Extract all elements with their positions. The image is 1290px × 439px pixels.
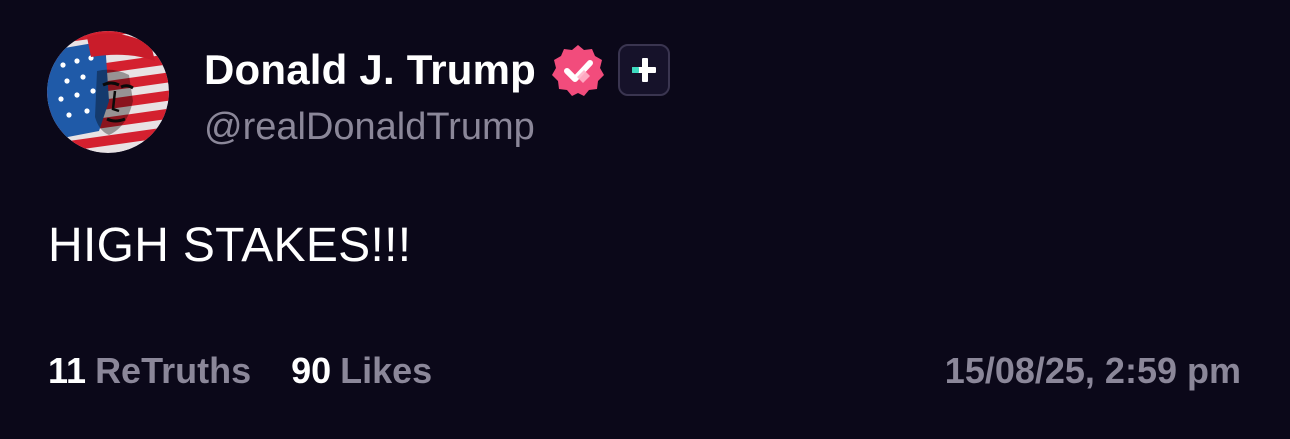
likes-label: Likes	[340, 350, 433, 391]
author-handle[interactable]: @realDonaldTrump	[204, 106, 535, 149]
retruths-stat[interactable]: 11 ReTruths	[48, 350, 251, 392]
american-flag-portrait-icon	[47, 31, 169, 153]
post-timestamp[interactable]: 15/08/25, 2:59 pm	[945, 350, 1241, 392]
retruths-count: 11	[48, 350, 87, 391]
post-text: HIGH STAKES!!!	[48, 219, 412, 272]
retruths-label: ReTruths	[95, 350, 252, 391]
author-display-name[interactable]: Donald J. Trump	[204, 46, 536, 94]
post-stats: 11 ReTruths 90 Likes	[48, 350, 432, 392]
author-avatar[interactable]	[47, 31, 169, 153]
likes-count: 90	[291, 350, 332, 391]
truth-plus-badge-icon[interactable]	[618, 44, 671, 96]
author-name-row: Donald J. Trump	[204, 40, 671, 100]
verified-check-badge-icon	[550, 42, 606, 98]
likes-stat[interactable]: 90 Likes	[291, 350, 432, 392]
truth-post: Donald J. Trump @realDonaldTrump HIGH ST…	[0, 0, 1290, 439]
